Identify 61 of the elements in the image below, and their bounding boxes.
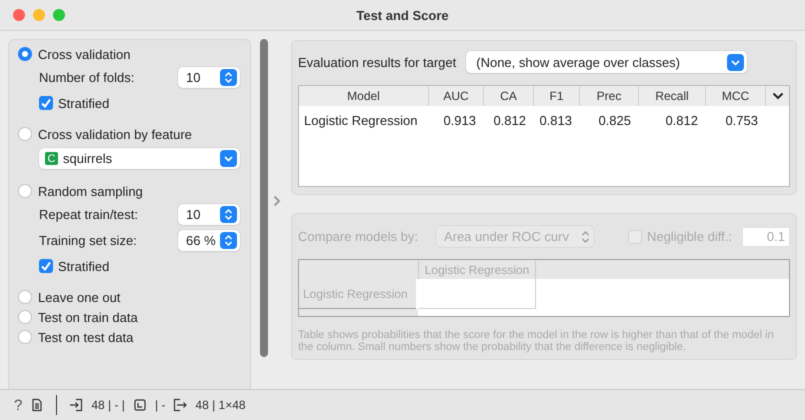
radio-button[interactable] bbox=[18, 184, 32, 198]
spin-box[interactable]: 10 bbox=[178, 204, 240, 224]
column-header[interactable]: CA bbox=[484, 86, 534, 106]
spin-box[interactable]: 66 % bbox=[178, 230, 240, 250]
categorical-badge: C bbox=[45, 152, 58, 165]
input-icon bbox=[69, 398, 84, 412]
stepper-icon[interactable] bbox=[220, 206, 237, 222]
scrollbar[interactable] bbox=[260, 39, 268, 357]
checkbox-label: Negligible diff.: bbox=[646, 229, 732, 244]
checkbox-label: Stratified bbox=[58, 96, 110, 110]
option-label: Leave one out bbox=[38, 290, 120, 304]
table-cell-text: 0.913 bbox=[442, 112, 477, 130]
chevron-right-icon[interactable] bbox=[273, 195, 281, 207]
table-cell-text: 0.812 bbox=[664, 112, 699, 130]
option-label: Cross validation bbox=[38, 46, 130, 62]
option-label: Test on test data bbox=[38, 330, 134, 344]
checkbox-label: Stratified bbox=[58, 258, 110, 274]
stepper-icon[interactable] bbox=[220, 232, 237, 248]
chevron-down-icon[interactable] bbox=[772, 92, 784, 100]
zoom-button[interactable] bbox=[53, 9, 65, 21]
column-header[interactable]: Recall bbox=[639, 86, 706, 106]
spin-box[interactable]: 10 bbox=[178, 66, 240, 88]
table-cell-text: Logistic Regression bbox=[303, 112, 418, 130]
column-header[interactable]: F1 bbox=[534, 86, 580, 106]
field-label: Training set size: bbox=[39, 232, 138, 248]
checkbox[interactable] bbox=[39, 259, 53, 273]
feature-dropdown[interactable]: C squirrels bbox=[39, 148, 240, 169]
stepper-icon[interactable] bbox=[220, 68, 237, 86]
field-label: Number of folds: bbox=[39, 70, 136, 84]
radio-button[interactable] bbox=[18, 310, 32, 324]
target-dropdown[interactable]: (None, show average over classes) bbox=[466, 51, 748, 73]
table-cell-text: 0.813 bbox=[538, 112, 573, 130]
option-label: Cross validation by feature bbox=[38, 126, 192, 142]
output-summary: 48 | 1×48 bbox=[195, 398, 246, 412]
target-label: Evaluation results for target bbox=[298, 54, 456, 70]
minimize-button[interactable] bbox=[33, 9, 45, 21]
radio-button[interactable] bbox=[18, 127, 32, 141]
help-text: Table shows probabilities that the score for the model in the row is higher than that of the model in the column. Small numbers show the probability that the difference is negligible. bbox=[298, 329, 775, 353]
radio-button[interactable] bbox=[18, 330, 32, 344]
input-summary: 48 | - | bbox=[91, 398, 125, 412]
table-icon bbox=[132, 398, 147, 412]
column-header[interactable]: MCC bbox=[706, 86, 766, 106]
table-cell-text: 0.753 bbox=[724, 112, 759, 130]
option-label: Random sampling bbox=[38, 184, 143, 198]
close-button[interactable] bbox=[13, 9, 25, 21]
table-cell-text: 0.825 bbox=[597, 112, 632, 130]
option-label: Test on train data bbox=[38, 310, 138, 324]
help-button[interactable]: ? bbox=[14, 396, 22, 414]
status-text: | - bbox=[154, 398, 166, 412]
checkbox[interactable] bbox=[39, 96, 53, 110]
field-label: Repeat train/test: bbox=[39, 206, 139, 222]
table-cell-text: 0.812 bbox=[492, 112, 527, 130]
radio-button[interactable] bbox=[18, 290, 32, 304]
radio-button[interactable] bbox=[18, 47, 32, 61]
window-title: Test and Score bbox=[356, 8, 449, 22]
column-header[interactable]: Prec bbox=[580, 86, 639, 106]
column-header[interactable]: Model bbox=[299, 86, 429, 106]
output-icon bbox=[173, 398, 188, 412]
document-icon bbox=[30, 398, 44, 412]
compare-label: Compare models by: bbox=[298, 229, 418, 244]
column-header[interactable]: AUC bbox=[429, 86, 484, 106]
